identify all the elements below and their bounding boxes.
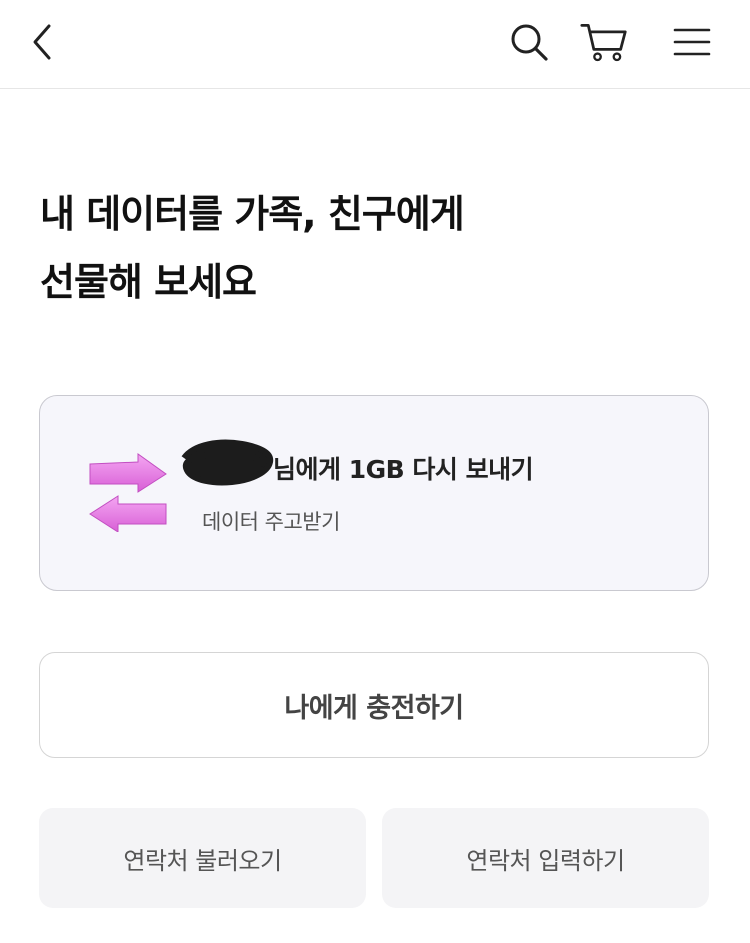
back-icon (33, 24, 51, 60)
page-title-line-2: 선물해 보세요 (40, 260, 257, 304)
menu-button[interactable] (668, 16, 716, 68)
search-button[interactable] (505, 16, 553, 68)
top-navigation-bar (0, 0, 750, 89)
search-icon (511, 24, 548, 61)
menu-icon (673, 28, 711, 56)
cart-icon (580, 23, 627, 62)
back-button[interactable] (18, 16, 66, 68)
resend-data-label: 님에게 1GB 다시 보내기 (273, 455, 534, 484)
data-exchange-sublabel: 데이터 주고받기 (202, 510, 340, 534)
load-contacts-button[interactable]: 연락처 불러오기 (39, 808, 366, 908)
resend-data-gift-card[interactable]: 님에게 1GB 다시 보내기 데이터 주고받기 (39, 395, 709, 591)
page-title-line-1: 내 데이터를 가족, 친구에게 (40, 192, 465, 236)
cart-button[interactable] (580, 16, 628, 68)
charge-self-button[interactable]: 나에게 충전하기 (39, 652, 709, 758)
exchange-arrows-icon (89, 453, 167, 532)
page-title: 내 데이터를 가족, 친구에게 선물해 보세요 (40, 180, 720, 316)
enter-contact-button[interactable]: 연락처 입력하기 (382, 808, 709, 908)
redacted-name-scribble (181, 439, 274, 486)
